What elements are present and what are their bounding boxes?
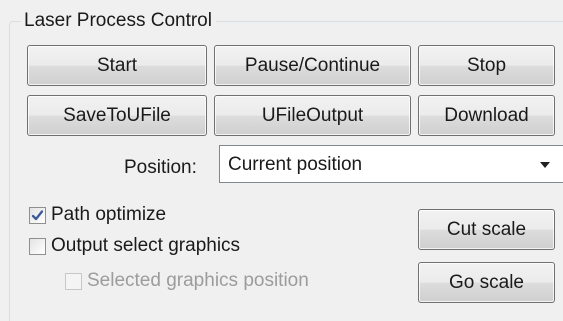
output-select-graphics-checkbox[interactable] — [29, 237, 46, 255]
cut-scale-button[interactable]: Cut scale — [418, 209, 555, 250]
path-optimize-option[interactable]: Path optimize — [29, 204, 166, 226]
chevron-down-icon[interactable] — [540, 162, 550, 168]
download-button[interactable]: Download — [418, 95, 555, 136]
path-optimize-label: Path optimize — [51, 204, 167, 225]
group-title: Laser Process Control — [21, 9, 216, 32]
selected-graphics-position-checkbox — [65, 272, 82, 290]
output-select-graphics-label: Output select graphics — [51, 235, 241, 256]
position-select-value: Current position — [228, 154, 363, 175]
go-scale-button[interactable]: Go scale — [418, 262, 555, 303]
path-optimize-checkbox[interactable] — [29, 206, 46, 224]
output-select-graphics-option[interactable]: Output select graphics — [29, 235, 240, 257]
pause-continue-button[interactable]: Pause/Continue — [214, 45, 411, 86]
position-label: Position: — [124, 157, 197, 178]
stop-button[interactable]: Stop — [418, 45, 555, 86]
selected-graphics-position-option: Selected graphics position — [65, 270, 309, 292]
ufile-output-button[interactable]: UFileOutput — [214, 95, 411, 136]
start-button[interactable]: Start — [27, 45, 207, 86]
position-select[interactable]: Current position — [219, 145, 563, 183]
selected-graphics-position-label: Selected graphics position — [87, 270, 309, 291]
save-to-ufile-button[interactable]: SaveToUFile — [27, 95, 207, 136]
checkmark-icon — [31, 209, 44, 220]
